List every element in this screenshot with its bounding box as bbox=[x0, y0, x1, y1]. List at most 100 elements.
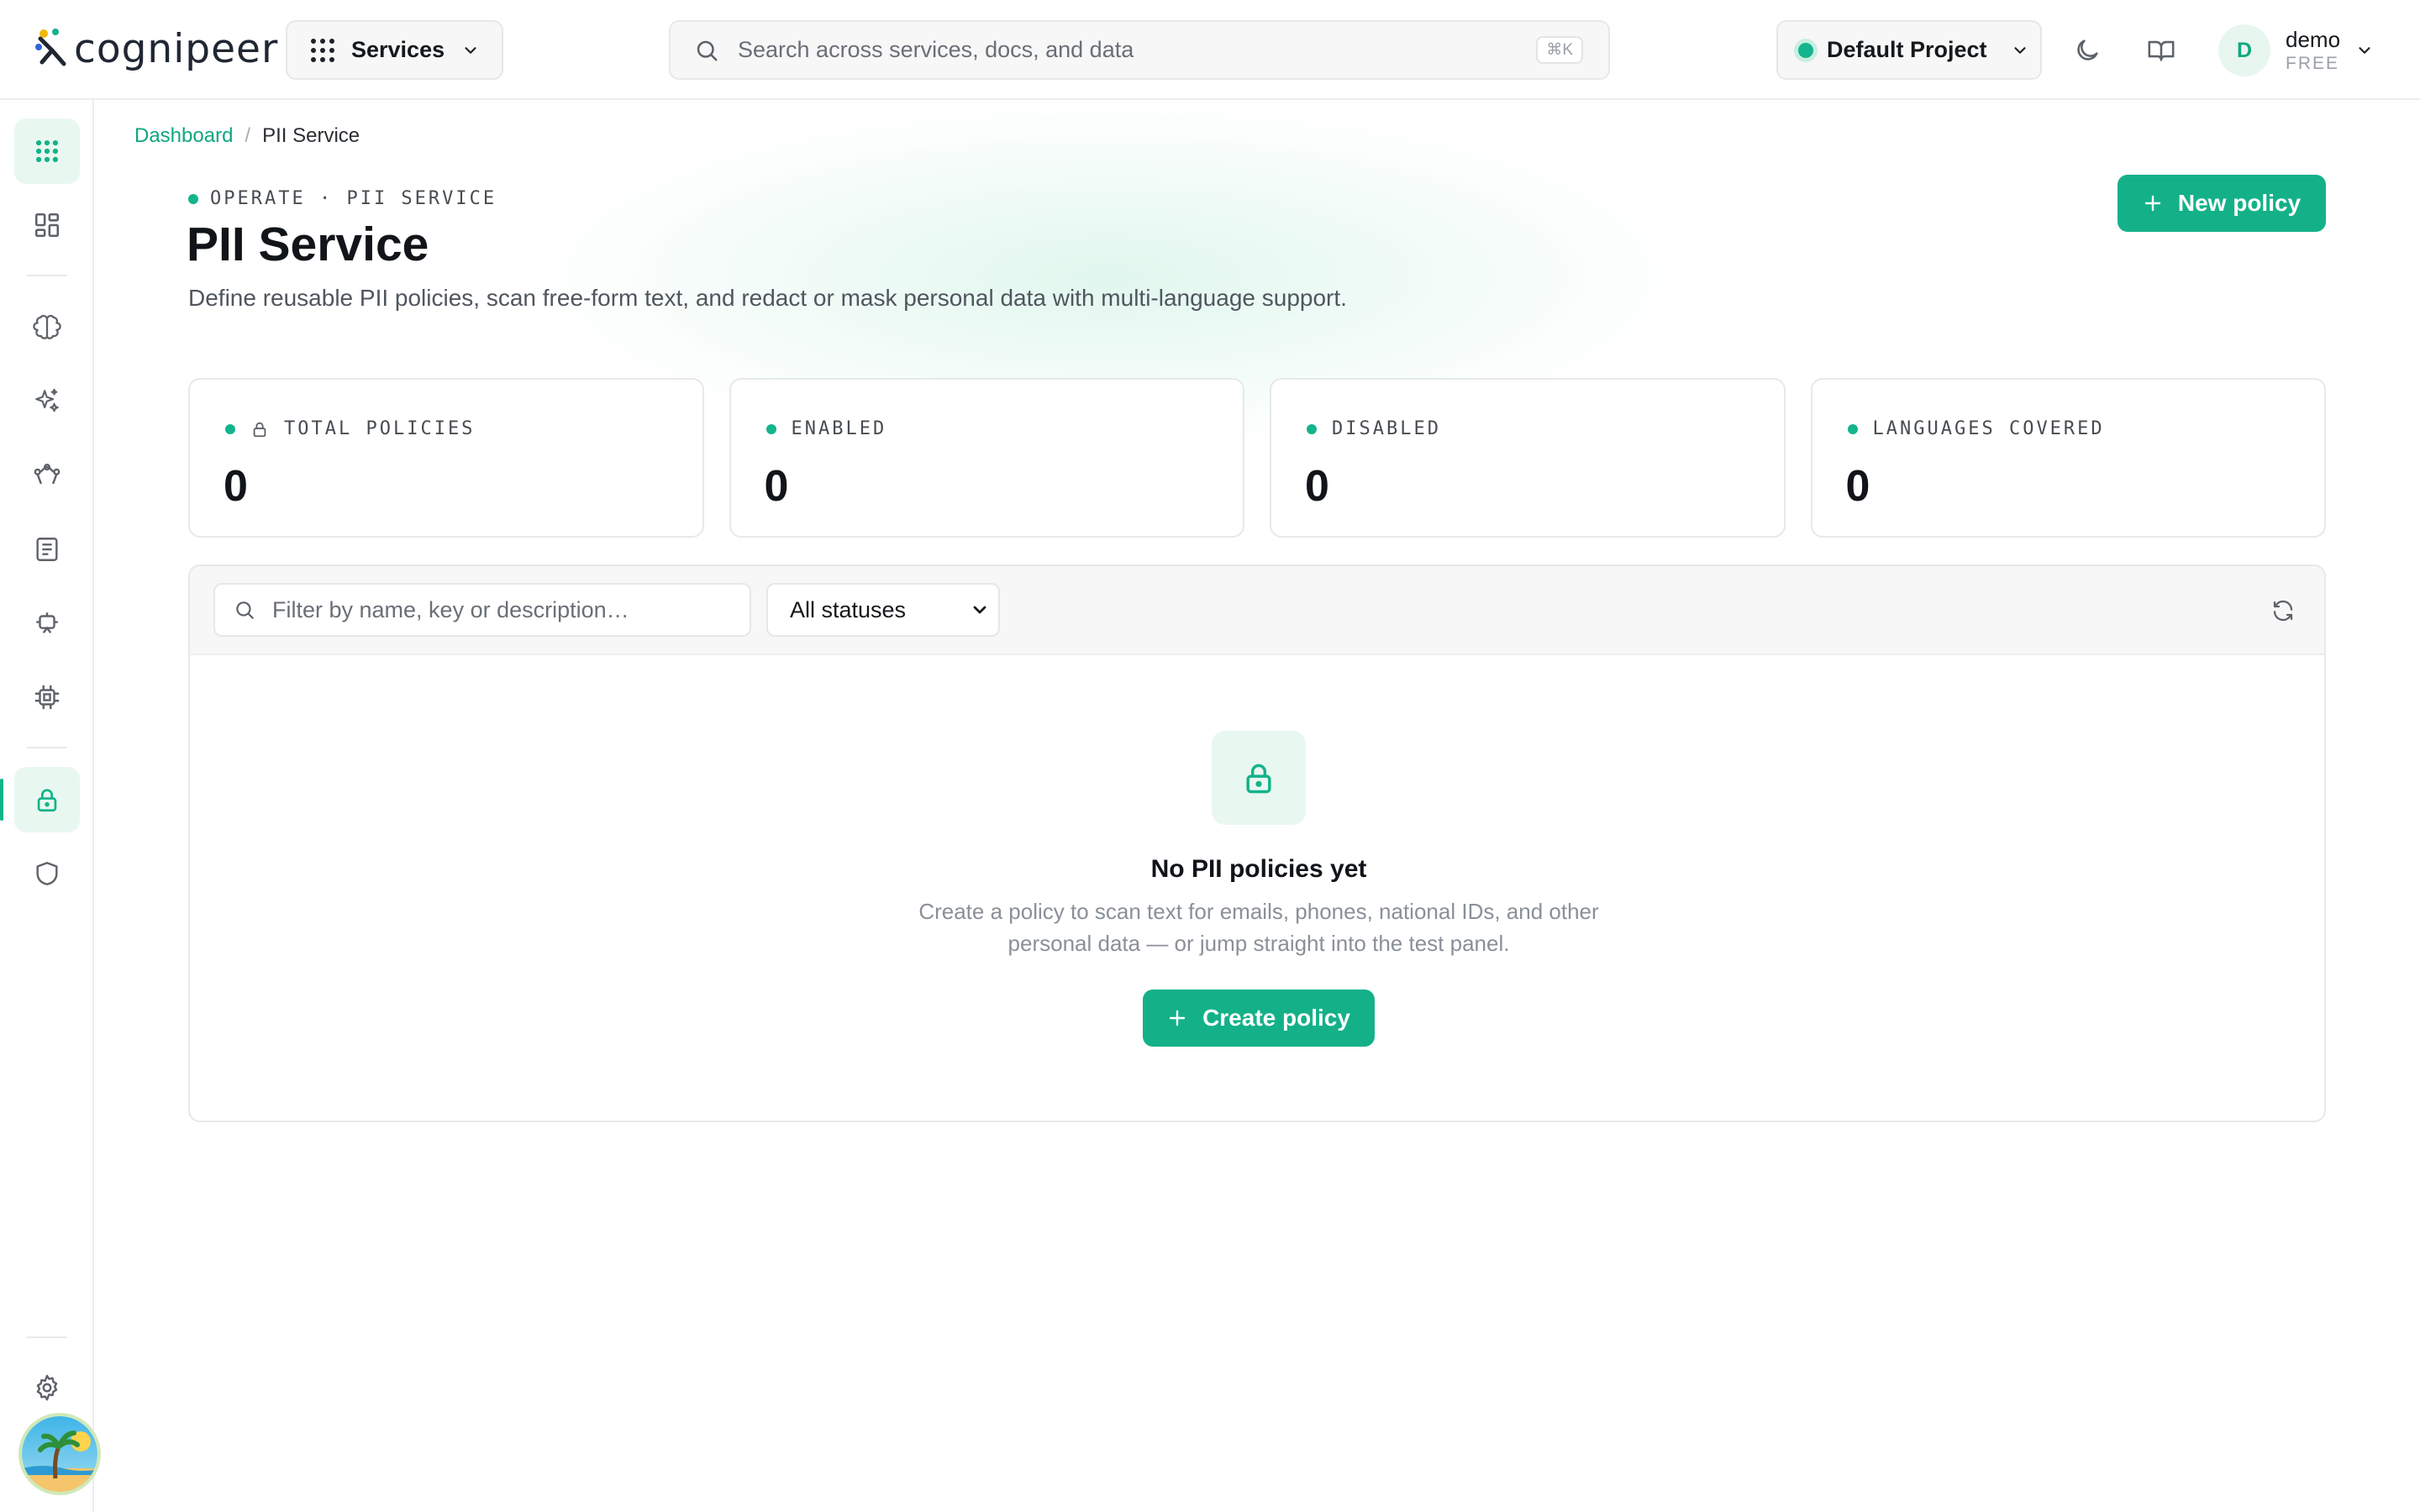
app-root: cognipeer Services ⌘K Default Project D bbox=[0, 0, 2420, 1512]
breadcrumb: Dashboard / PII Service bbox=[134, 124, 360, 148]
search-icon bbox=[236, 601, 254, 619]
stat-label: ENABLED bbox=[791, 418, 887, 439]
services-label: Services bbox=[351, 37, 445, 62]
stat-dot bbox=[225, 423, 235, 434]
eyebrow-dot bbox=[188, 193, 198, 204]
sidebar-active-indicator bbox=[0, 779, 3, 821]
sidebar-item-compute[interactable] bbox=[14, 664, 80, 730]
layout-icon bbox=[34, 213, 60, 238]
stat-head: TOTAL POLICIES bbox=[225, 418, 702, 439]
chevron-down-icon bbox=[2013, 46, 2026, 54]
chevron-down-icon bbox=[973, 606, 986, 614]
sidebar-item-docs[interactable] bbox=[14, 517, 80, 582]
sidebar-item-workflows[interactable] bbox=[14, 443, 80, 508]
user-avatar: D bbox=[2218, 24, 2270, 76]
stat-head: ENABLED bbox=[765, 418, 1244, 439]
sidebar-item-pii-service[interactable] bbox=[14, 767, 80, 832]
create-policy-button[interactable]: Create policy bbox=[1143, 990, 1375, 1047]
sidebar bbox=[0, 100, 101, 1512]
sidebar-divider bbox=[27, 747, 67, 748]
services-menu-button[interactable]: Services bbox=[286, 20, 503, 80]
user-plan-badge: FREE bbox=[2286, 54, 2340, 74]
stat-card-languages-covered: LANGUAGES COVERED 0 bbox=[1810, 378, 2326, 538]
stat-value: 0 bbox=[1305, 462, 1329, 511]
workspace-avatar[interactable] bbox=[18, 1413, 101, 1495]
stat-dot bbox=[1307, 423, 1317, 434]
empty-state-title: No PII policies yet bbox=[1150, 855, 1367, 883]
stat-label: TOTAL POLICIES bbox=[284, 418, 476, 439]
moon-icon bbox=[2077, 39, 2098, 60]
page-description: Define reusable PII policies, scan free-… bbox=[188, 285, 1347, 311]
chevron-down-icon bbox=[2359, 47, 2370, 54]
sidebar-item-ai-tools[interactable] bbox=[14, 369, 80, 434]
stat-label: DISABLED bbox=[1332, 418, 1441, 439]
gear-icon bbox=[36, 1374, 58, 1401]
file-text-icon bbox=[36, 538, 58, 561]
global-search-input[interactable] bbox=[738, 37, 1518, 63]
project-selector[interactable]: Default Project bbox=[1776, 20, 2042, 80]
breadcrumb-separator: / bbox=[245, 124, 251, 147]
refresh-icon[interactable] bbox=[2270, 598, 2296, 623]
beach-avatar-image bbox=[22, 1416, 97, 1492]
stat-card-total-policies: TOTAL POLICIES 0 bbox=[188, 378, 704, 538]
docs-button[interactable] bbox=[2144, 34, 2178, 67]
global-search[interactable]: ⌘K bbox=[669, 20, 1610, 80]
sidebar-item-dashboard[interactable] bbox=[14, 192, 80, 258]
stat-dot bbox=[1847, 423, 1858, 434]
chevron-down-icon bbox=[465, 46, 476, 54]
breadcrumb-current: PII Service bbox=[262, 124, 360, 147]
theme-toggle-button[interactable] bbox=[2070, 34, 2104, 67]
empty-state-description: Create a policy to scan text for emails,… bbox=[918, 899, 1599, 956]
route-icon bbox=[34, 464, 60, 485]
plus-icon bbox=[2144, 195, 2161, 212]
project-label: Default Project bbox=[1827, 37, 1987, 62]
create-policy-label: Create policy bbox=[1202, 1005, 1350, 1031]
brand-logo[interactable]: cognipeer bbox=[34, 24, 278, 74]
stat-head: LANGUAGES COVERED bbox=[1847, 418, 2325, 439]
lock-icon bbox=[37, 789, 57, 812]
new-policy-label: New policy bbox=[2177, 190, 2302, 216]
user-menu[interactable]: D demo FREE bbox=[2218, 24, 2386, 77]
sidebar-item-agents[interactable] bbox=[14, 591, 80, 656]
sidebar-item-settings[interactable] bbox=[14, 1355, 80, 1420]
cpu-icon bbox=[34, 685, 60, 710]
search-icon bbox=[697, 40, 718, 60]
empty-state-icon-box bbox=[1212, 731, 1306, 825]
policies-toolbar: All statuses bbox=[190, 566, 2324, 655]
grid-dots-icon bbox=[311, 38, 334, 62]
sidebar-item-security[interactable] bbox=[14, 841, 80, 906]
cognipeer-logo-icon bbox=[35, 29, 66, 66]
sidebar-item-ai-models[interactable] bbox=[14, 295, 80, 360]
user-meta: demo FREE bbox=[2286, 26, 2340, 76]
status-filter-select[interactable]: All statuses bbox=[766, 583, 1000, 637]
stat-value: 0 bbox=[1845, 462, 1870, 511]
top-bar: cognipeer Services ⌘K Default Project D bbox=[0, 0, 2420, 100]
book-open-icon bbox=[2148, 40, 2175, 61]
new-policy-button[interactable]: New policy bbox=[2118, 175, 2326, 232]
page-eyebrow: OPERATE · PII SERVICE bbox=[188, 188, 497, 209]
stat-dot bbox=[765, 423, 776, 434]
sidebar-divider bbox=[27, 1336, 67, 1338]
stat-card-disabled: DISABLED 0 bbox=[1270, 378, 1786, 538]
search-shortcut-badge: ⌘K bbox=[1536, 36, 1583, 64]
lock-icon bbox=[1246, 764, 1271, 794]
breadcrumb-dashboard-link[interactable]: Dashboard bbox=[134, 124, 233, 148]
stats-row: TOTAL POLICIES 0 ENABLED 0 DISABLED 0 LA… bbox=[188, 378, 2326, 538]
policy-filter-input[interactable] bbox=[272, 596, 750, 623]
sidebar-item-services-grid[interactable] bbox=[14, 118, 80, 184]
stat-card-enabled: ENABLED 0 bbox=[729, 378, 1244, 538]
brain-icon bbox=[33, 314, 61, 339]
sparkles-icon bbox=[35, 388, 59, 412]
grid-dots-icon bbox=[35, 139, 59, 163]
plus-icon bbox=[1169, 1010, 1186, 1026]
robot-icon bbox=[36, 612, 58, 634]
stat-value: 0 bbox=[224, 462, 248, 511]
project-status-dot bbox=[1798, 42, 1813, 58]
policy-filter[interactable] bbox=[213, 583, 751, 637]
shield-icon bbox=[36, 862, 58, 885]
page-title: PII Service bbox=[187, 218, 429, 271]
policies-panel: All statuses No PII policies yet Create … bbox=[188, 564, 2326, 1122]
user-name: demo bbox=[2286, 26, 2341, 52]
stat-value: 0 bbox=[764, 462, 789, 511]
lock-icon bbox=[253, 422, 266, 437]
